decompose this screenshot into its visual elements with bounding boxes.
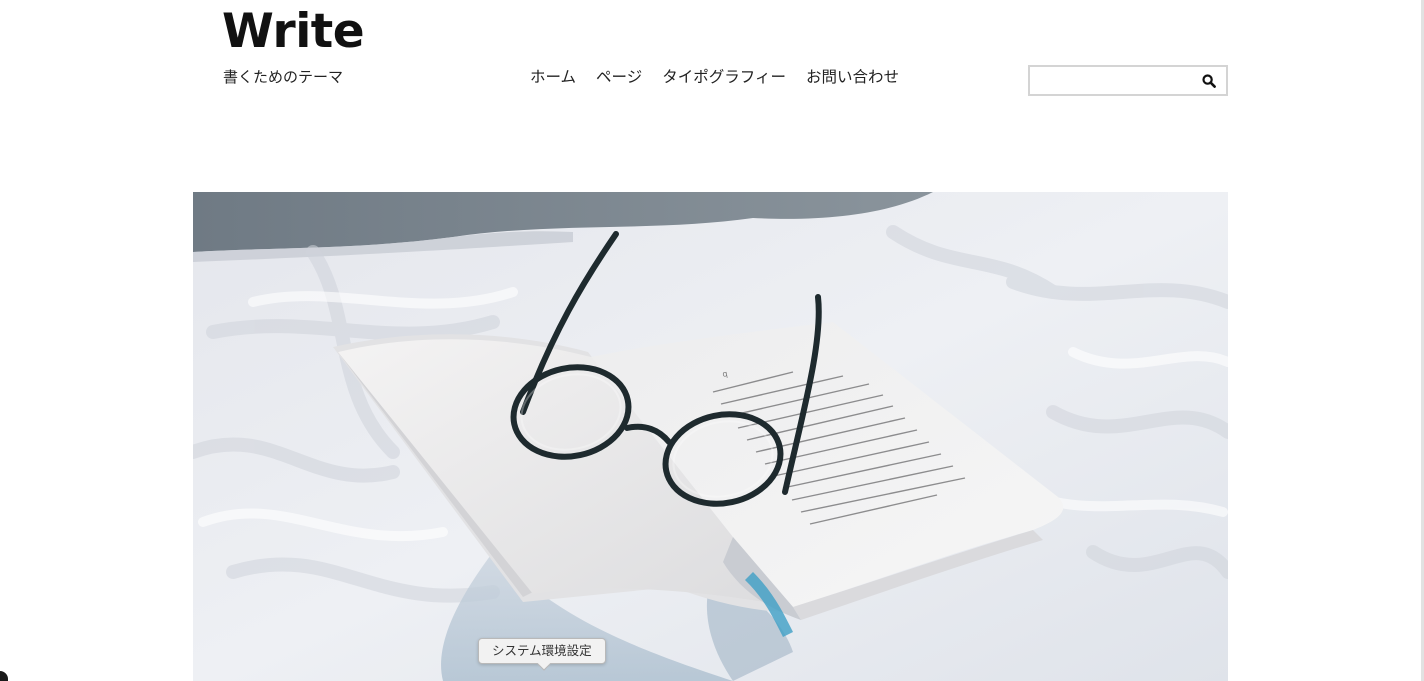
search-form — [1028, 65, 1228, 96]
window-corner — [0, 671, 8, 681]
nav-item-home[interactable]: ホーム — [530, 66, 576, 88]
book-glasses-photo: q — [193, 192, 1228, 681]
nav-item-contact[interactable]: お問い合わせ — [806, 66, 899, 88]
search-input[interactable] — [1030, 67, 1196, 94]
tooltip: システム環境設定 — [478, 638, 606, 664]
hero-image: q — [193, 192, 1228, 681]
tooltip-arrow — [537, 663, 551, 671]
search-icon — [1202, 73, 1216, 88]
site-tagline: 書くためのテーマ — [223, 68, 344, 86]
nav-item-page[interactable]: ページ — [596, 66, 642, 88]
main-nav: ホーム ページ タイポグラフィー お問い合わせ — [530, 66, 899, 88]
nav-item-typography[interactable]: タイポグラフィー — [662, 66, 786, 88]
site-title[interactable]: Write — [222, 4, 365, 60]
search-button[interactable] — [1196, 69, 1222, 92]
